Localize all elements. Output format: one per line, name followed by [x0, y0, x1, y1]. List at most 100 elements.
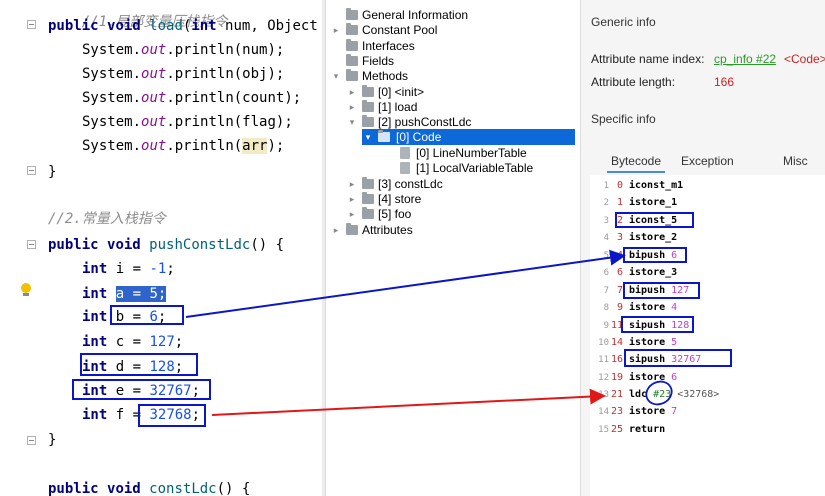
expand-arrow-icon[interactable]: ▸ — [346, 191, 358, 207]
code-line: public void load(int num, Object — [48, 18, 318, 34]
fold-marker[interactable] — [27, 240, 36, 249]
tab-exception-table[interactable]: Exception table — [681, 151, 734, 188]
expand-arrow-icon[interactable]: ▾ — [362, 129, 374, 145]
bytecode-instruction: istore 4 — [629, 302, 678, 313]
bytecode-offset: 1 — [617, 197, 624, 208]
folder-icon — [346, 39, 358, 51]
folder-icon — [362, 85, 374, 97]
tree-item-interfaces[interactable]: Interfaces — [330, 38, 570, 54]
expand-arrow-icon[interactable]: ▸ — [330, 222, 342, 238]
line-number: 7 — [603, 286, 609, 296]
specific-info-title: Specific info — [591, 112, 656, 126]
code-line: public void constLdc() { — [48, 481, 251, 496]
tree-item-linenumbertable[interactable]: [0] LineNumberTable — [398, 145, 570, 161]
code-comment: //2.常量入栈指令 — [48, 211, 166, 227]
folder-icon — [362, 207, 374, 219]
tree-item-label: [0] <init> — [378, 85, 425, 99]
tree-item-label: General Information — [362, 8, 469, 22]
constant-pool-ref[interactable]: #23 — [653, 389, 671, 400]
bytecode-offset: 16 — [611, 354, 624, 365]
tree-item-method-load[interactable]: ▸ [1] load — [346, 99, 570, 115]
bytecode-offset: 0 — [617, 180, 624, 191]
expand-arrow-icon[interactable]: ▸ — [346, 206, 358, 222]
tree-item-label: [0] LineNumberTable — [416, 146, 527, 160]
attribute-length-label: Attribute length: — [591, 75, 676, 89]
folder-icon — [346, 8, 358, 20]
file-icon — [400, 162, 410, 174]
annotation-box — [615, 212, 694, 228]
folder-icon — [362, 192, 374, 204]
code-line: System.out.println(flag); — [82, 114, 293, 130]
code-line: int i = -1; — [82, 261, 175, 277]
expand-arrow-icon[interactable] — [330, 7, 342, 23]
code-line: System.out.println(arr); — [82, 138, 285, 154]
bytecode-instruction: istore 6 — [629, 372, 678, 383]
expand-arrow-icon[interactable]: ▸ — [346, 84, 358, 100]
bytecode-offset: 25 — [611, 424, 624, 435]
expand-arrow-icon[interactable]: ▾ — [346, 114, 358, 130]
bytecode-offset: 19 — [611, 372, 624, 383]
tree-item-attributes[interactable]: ▸ Attributes — [330, 222, 570, 238]
bytecode-offset: 9 — [617, 302, 624, 313]
code-line: int c = 127; — [82, 334, 184, 350]
annotation-box — [623, 247, 687, 263]
tree-item-general-information[interactable]: General Information — [330, 7, 570, 23]
line-number: 4 — [603, 233, 609, 243]
tab-bytecode[interactable]: Bytecode — [607, 151, 665, 173]
bytecode-instruction: istore 7 — [629, 406, 678, 417]
folder-icon — [362, 177, 374, 189]
tree-item-fields[interactable]: Fields — [330, 53, 570, 69]
bytecode-instruction: istore_2 — [629, 232, 678, 243]
bytecode-offset: 21 — [611, 389, 624, 400]
tree-item-label: Interfaces — [362, 39, 415, 53]
lightbulb-icon[interactable] — [19, 282, 33, 298]
tree-item-method-store[interactable]: ▸ [4] store — [346, 191, 570, 207]
line-number: 15 — [598, 425, 609, 435]
line-number: 12 — [598, 373, 609, 383]
line-number: 1 — [603, 181, 609, 191]
code-editor[interactable]: //1.局部变量压栈指令 public void load(int num, O… — [0, 0, 325, 496]
cp-info-link[interactable]: cp_info #22 — [714, 52, 776, 66]
folder-icon — [378, 130, 390, 142]
expand-arrow-icon[interactable] — [330, 53, 342, 69]
closing-brace: } — [48, 164, 57, 180]
line-number: 13 — [598, 390, 609, 400]
expand-arrow-icon[interactable]: ▸ — [346, 176, 358, 192]
tree-item-methods[interactable]: ▾ Methods — [330, 68, 570, 84]
tree-item-code[interactable]: ▾ [0] Code — [362, 129, 575, 145]
tree-item-label: [5] foo — [378, 207, 412, 221]
expand-arrow-icon[interactable]: ▸ — [346, 99, 358, 115]
line-number: 8 — [603, 303, 609, 313]
class-structure-tree[interactable]: General Information ▸ Constant Pool Inte… — [325, 0, 580, 496]
line-number: 10 — [598, 338, 609, 348]
fold-marker[interactable] — [27, 436, 36, 445]
line-number: 2 — [603, 198, 609, 208]
tree-item-method-pushconstldc[interactable]: ▾ [2] pushConstLdc — [346, 114, 570, 130]
tree-item-constant-pool[interactable]: ▸ Constant Pool — [330, 22, 570, 38]
line-number: 14 — [598, 407, 609, 417]
tree-item-method-init[interactable]: ▸ [0] <init> — [346, 84, 570, 100]
fold-marker[interactable] — [27, 20, 36, 29]
generic-info-title: Generic info — [591, 15, 656, 29]
expand-arrow-icon[interactable]: ▸ — [330, 22, 342, 38]
expand-arrow-icon[interactable]: ▾ — [330, 68, 342, 84]
line-number: 6 — [603, 268, 609, 278]
tree-item-method-foo[interactable]: ▸ [5] foo — [346, 206, 570, 222]
bytecode-instruction: iconst_m1 — [629, 180, 684, 191]
fold-marker[interactable] — [27, 166, 36, 175]
tab-misc[interactable]: Misc — [783, 151, 808, 173]
tree-item-label: Methods — [362, 69, 409, 83]
folder-icon — [346, 54, 358, 66]
tree-item-method-constldc[interactable]: ▸ [3] constLdc — [346, 176, 570, 192]
annotation-box — [138, 404, 206, 427]
line-number: 5 — [603, 251, 609, 261]
tree-item-localvariabletable[interactable]: [1] LocalVariableTable — [398, 160, 570, 176]
code-selection: a = 5; — [115, 286, 167, 302]
line-number: 9 — [603, 321, 609, 331]
attribute-name-value: <Code> — [784, 52, 825, 66]
tree-item-label: [1] load — [378, 100, 418, 114]
expand-arrow-icon[interactable] — [330, 38, 342, 54]
tree-item-label: [2] pushConstLdc — [378, 115, 472, 129]
bytecode-offset: 23 — [611, 406, 624, 417]
file-icon — [400, 147, 410, 159]
